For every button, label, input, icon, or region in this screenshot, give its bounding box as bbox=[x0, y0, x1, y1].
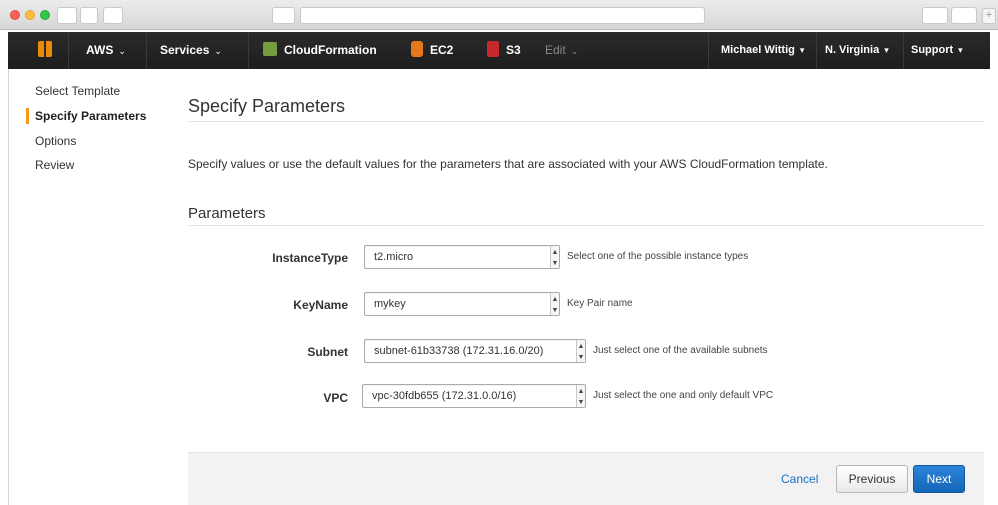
edit-menu[interactable]: Edit ⌄ bbox=[545, 32, 578, 69]
user-menu[interactable]: Michael Wittig ▾ bbox=[721, 32, 804, 69]
chevron-down-icon: ⌄ bbox=[118, 46, 126, 56]
nav-ec2[interactable]: EC2 bbox=[411, 32, 453, 69]
nav-divider bbox=[248, 32, 249, 69]
parameters-section-title: Parameters bbox=[188, 205, 266, 222]
vpc-value: vpc-30fdb655 (172.31.0.0/16) bbox=[372, 390, 517, 402]
ec2-icon bbox=[411, 40, 423, 57]
subnet-value: subnet-61b33738 (172.31.16.0/20) bbox=[374, 345, 544, 357]
caret-down-icon: ▾ bbox=[799, 45, 805, 55]
step-select-template[interactable]: Select Template bbox=[35, 84, 120, 98]
support-menu[interactable]: Support ▾ bbox=[911, 32, 963, 69]
forward-button[interactable] bbox=[80, 7, 98, 24]
select-arrows-icon: ▲ ▼ bbox=[576, 385, 585, 407]
aws-navbar: AWS ⌄ Services ⌄ CloudFormation EC2 S3 Edi… bbox=[8, 32, 990, 69]
vpc-select[interactable]: vpc-30fdb655 (172.31.0.0/16) ▲ ▼ bbox=[362, 384, 586, 408]
page-title: Specify Parameters bbox=[188, 96, 346, 116]
nav-ec2-label: EC2 bbox=[430, 43, 454, 57]
step-review[interactable]: Review bbox=[35, 158, 74, 172]
tabs-button[interactable] bbox=[951, 7, 977, 24]
maximize-window-icon[interactable] bbox=[40, 10, 50, 20]
section-divider bbox=[188, 225, 984, 226]
aws-menu-label: AWS bbox=[86, 43, 114, 57]
share-button[interactable] bbox=[922, 7, 948, 24]
region-menu[interactable]: N. Virginia ▾ bbox=[825, 32, 889, 69]
instance-type-label: InstanceType bbox=[272, 251, 348, 265]
subnet-hint: Just select one of the available subnets bbox=[593, 345, 768, 356]
nav-cloudformation-label: CloudFormation bbox=[284, 43, 377, 57]
cancel-button[interactable]: Cancel bbox=[781, 472, 818, 486]
nav-divider bbox=[68, 32, 69, 69]
page-description: Specify values or use the default values… bbox=[188, 157, 828, 171]
vpc-label: VPC bbox=[323, 391, 348, 405]
edit-menu-label: Edit bbox=[545, 43, 566, 57]
title-divider bbox=[188, 121, 984, 122]
step-options[interactable]: Options bbox=[35, 134, 76, 148]
caret-down-icon: ▾ bbox=[884, 45, 889, 55]
select-arrows-icon: ▲ ▼ bbox=[550, 293, 559, 315]
address-bar[interactable] bbox=[300, 7, 705, 24]
previous-button[interactable]: Previous bbox=[836, 465, 908, 493]
close-window-icon[interactable] bbox=[10, 10, 20, 20]
nav-divider bbox=[903, 32, 904, 69]
support-menu-label: Support bbox=[911, 44, 954, 56]
services-menu[interactable]: Services ⌄ bbox=[160, 32, 222, 69]
instance-type-hint: Select one of the possible instance type… bbox=[567, 251, 749, 262]
reader-button[interactable] bbox=[272, 7, 295, 24]
next-button[interactable]: Next bbox=[913, 465, 965, 493]
vpc-hint: Just select the one and only default VPC bbox=[593, 390, 774, 401]
nav-s3[interactable]: S3 bbox=[487, 32, 521, 69]
instance-type-value: t2.micro bbox=[374, 251, 414, 263]
active-step-indicator bbox=[26, 108, 29, 124]
subnet-label: Subnet bbox=[307, 345, 348, 359]
minimize-window-icon[interactable] bbox=[25, 10, 35, 20]
aws-menu[interactable]: AWS ⌄ bbox=[86, 32, 126, 69]
key-name-hint: Key Pair name bbox=[567, 298, 633, 309]
instance-type-select[interactable]: t2.micro ▲ ▼ bbox=[364, 245, 560, 269]
nav-s3-label: S3 bbox=[506, 43, 521, 57]
cloudformation-icon bbox=[263, 41, 277, 56]
s3-icon bbox=[487, 40, 499, 57]
services-menu-label: Services bbox=[160, 43, 210, 57]
back-button[interactable] bbox=[57, 7, 77, 24]
key-name-label: KeyName bbox=[293, 298, 348, 312]
nav-divider bbox=[708, 32, 709, 69]
new-tab-icon[interactable]: + bbox=[982, 8, 996, 24]
select-arrows-icon: ▲ ▼ bbox=[576, 340, 585, 362]
subnet-select[interactable]: subnet-61b33738 (172.31.16.0/20) ▲ ▼ bbox=[364, 339, 586, 363]
key-name-value: mykey bbox=[374, 298, 406, 310]
region-menu-label: N. Virginia bbox=[825, 44, 880, 56]
chevron-down-icon: ⌄ bbox=[570, 46, 579, 56]
nav-divider bbox=[146, 32, 147, 69]
caret-down-icon: ▾ bbox=[958, 45, 963, 55]
key-name-select[interactable]: mykey ▲ ▼ bbox=[364, 292, 560, 316]
nav-cloudformation[interactable]: CloudFormation bbox=[263, 32, 377, 69]
user-menu-label: Michael Wittig bbox=[721, 44, 795, 56]
browser-chrome: + bbox=[0, 0, 998, 30]
nav-divider bbox=[816, 32, 817, 69]
chevron-down-icon: ⌄ bbox=[214, 46, 222, 56]
aws-cube-icon bbox=[38, 40, 52, 57]
aws-logo[interactable] bbox=[38, 32, 59, 69]
wizard-steps-sidebar: Select Template Specify Parameters Optio… bbox=[8, 69, 166, 505]
sidebar-toggle-button[interactable] bbox=[103, 7, 123, 24]
step-specify-parameters[interactable]: Specify Parameters bbox=[35, 109, 146, 123]
select-arrows-icon: ▲ ▼ bbox=[550, 246, 559, 268]
